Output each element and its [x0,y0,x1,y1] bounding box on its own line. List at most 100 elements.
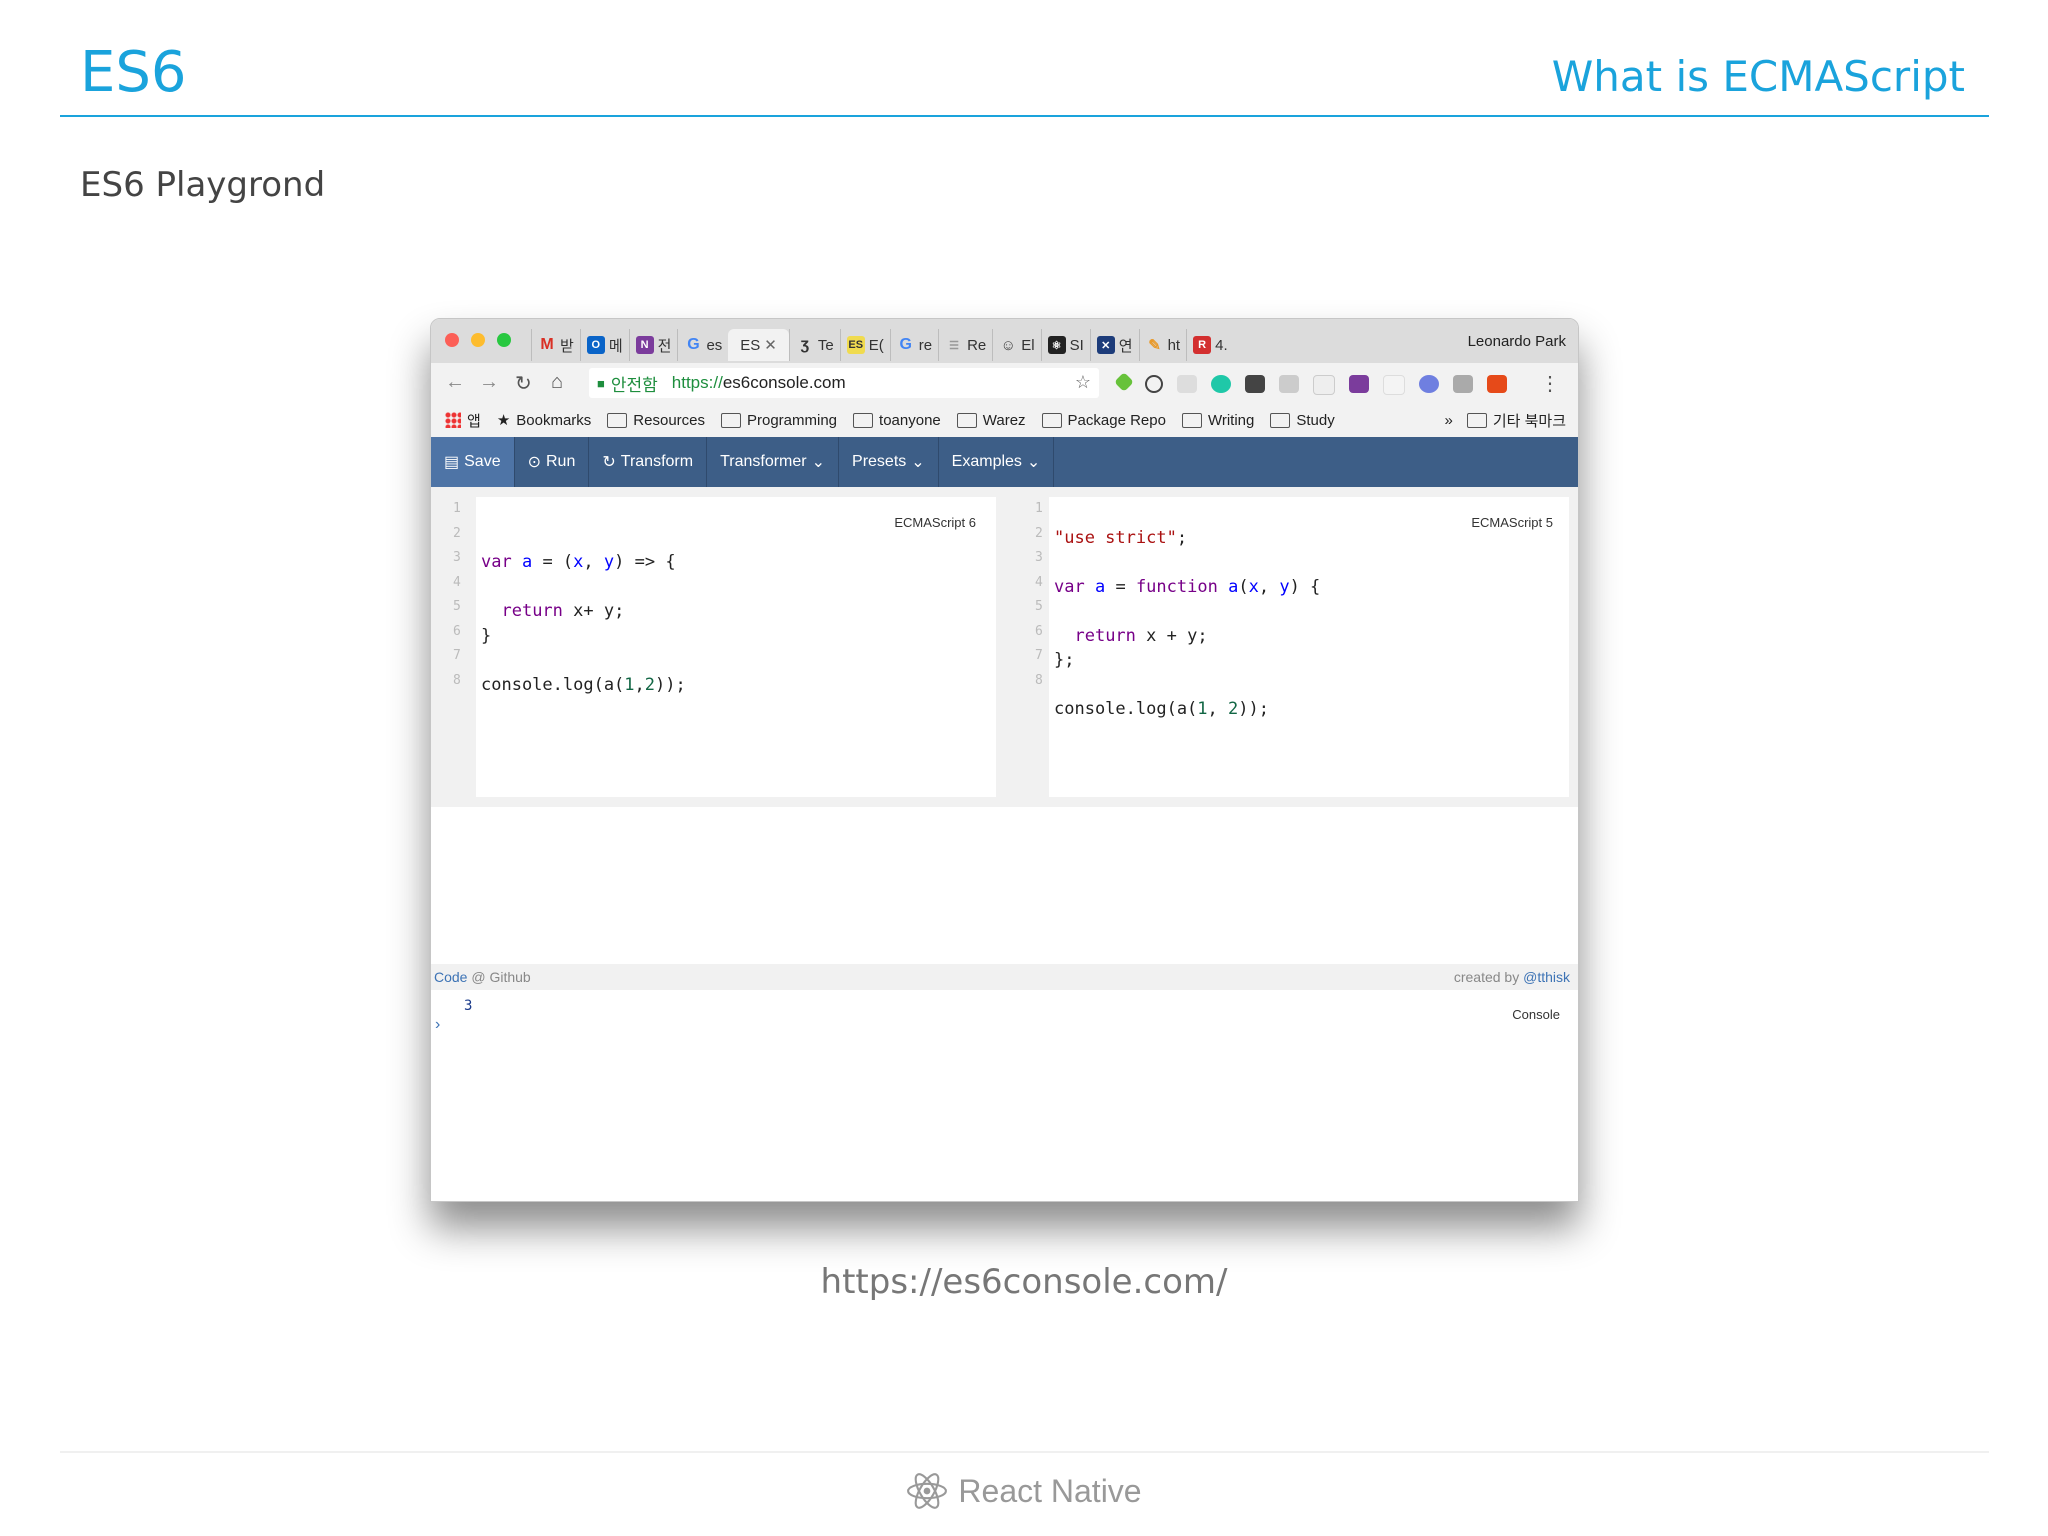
tab-label: 전 [657,337,672,355]
menu-icon[interactable]: ⋮ [1540,371,1560,396]
bookmark-other[interactable]: 기타 북마크 [1466,410,1566,431]
line-number: 2 [453,525,461,541]
tab-re[interactable]: ☰ Re [938,329,992,361]
pen-icon: ✎ [1148,337,1161,354]
bookmark-package-repo[interactable]: Package Repo [1041,412,1166,429]
office-icon[interactable] [1487,375,1507,393]
bottom-divider [60,1451,1989,1453]
code-github-credit: Code @ Github [434,969,531,985]
extension-icon[interactable] [1211,375,1231,393]
console-output: 3 [464,998,473,1014]
pocket-icon[interactable] [1245,375,1265,393]
line-number: 7 [1035,648,1043,663]
es6-editor[interactable]: var a = (x, y) => { return x+ y;} consol… [476,497,996,797]
line-number: 8 [453,672,461,688]
run-label: Run [546,453,576,470]
bookmark-writing[interactable]: Writing [1181,412,1254,429]
bookmark-resources[interactable]: Resources [607,412,705,429]
line-number: 1 [1035,501,1043,516]
drive-icon[interactable] [1279,375,1299,393]
apps-grid-icon[interactable] [445,412,461,428]
es5-line-numbers: 1 2 3 4 5 6 7 8 [1035,497,1043,693]
presets-label: Presets [852,453,907,470]
save-button[interactable]: ▤ Save [431,437,515,487]
tab-onenote[interactable]: N전 [628,329,678,361]
bookmark-bookmarks[interactable]: ★ Bookmarks [496,411,591,430]
folder-icon [1181,412,1202,428]
console-panel[interactable]: 3 › Console [431,990,1578,1201]
maximize-window-button[interactable] [497,333,511,347]
tab-script[interactable]: ʒ Te [788,329,840,361]
profile-name[interactable]: Leonardo Park [1468,333,1566,350]
es5-code[interactable]: "use strict"; var a = function a(x, y) {… [1054,501,1320,771]
forward-arrow-icon[interactable]: → [479,371,499,394]
console-prompt[interactable]: › [435,1016,440,1034]
back-arrow-icon[interactable]: ← [445,371,465,394]
extension-icon[interactable] [1453,375,1473,393]
author-link[interactable]: @tthisk [1523,969,1570,985]
folder-icon [721,412,741,428]
script-icon: ʒ [800,336,810,353]
examples-dropdown[interactable]: Examples ⌄ [939,437,1055,487]
address-bar[interactable]: ■ 안전함 https://es6console.com ☆ [589,368,1099,398]
close-window-button[interactable] [445,333,459,347]
home-icon[interactable]: ⌂ [551,371,563,394]
secure-label: 안전함 [610,375,658,395]
reload-icon[interactable]: ↻ [515,371,532,396]
line-number: 6 [1035,623,1043,639]
star-icon[interactable]: ☆ [1075,372,1091,393]
examples-label: Examples [951,453,1022,470]
es5-editor[interactable]: "use strict"; var a = function a(x, y) {… [1049,497,1569,797]
tab-google-search[interactable]: Ges [677,329,728,361]
transform-button[interactable]: ↻ Transform [589,437,708,487]
slide-title: ES6 [80,40,187,105]
tab-google-re[interactable]: Gre [889,329,938,361]
outlook-icon: O [586,336,605,354]
tab-es6console[interactable]: ES ✕ [728,329,789,361]
pdf-icon: R [1193,336,1212,354]
tab-gmail[interactable]: M받 [531,329,580,361]
presets-dropdown[interactable]: Presets ⌄ [839,437,939,487]
bookmark-toanyone[interactable]: toanyone [853,412,941,429]
tab-ht[interactable]: ✎ ht [1138,329,1187,361]
browser-toolbar: ← → ↻ ⌂ ■ 안전함 https://es6console.com ☆ ⋮ [431,363,1578,403]
footer: React Native [0,1470,2048,1512]
extension-icon[interactable] [1419,375,1439,393]
tab-si[interactable]: ⚛ SI [1040,329,1090,361]
onenote-icon[interactable] [1349,375,1369,393]
extension-icon[interactable] [1177,375,1197,393]
star-icon: ★ [496,412,511,429]
minimize-window-button[interactable] [471,333,485,347]
bookmark-warez[interactable]: Warez [956,412,1026,429]
console-label: Console [1512,1007,1560,1022]
url-text: https://es6console.com [672,373,846,393]
bookmark-programming[interactable]: Programming [721,412,837,429]
fonts-icon[interactable] [1383,375,1405,395]
tab-el[interactable]: ☺ El [992,329,1040,361]
tab-label: E( [868,336,884,354]
bookmark-apps[interactable]: 앱 [467,410,481,431]
line-number: 8 [1035,672,1043,688]
run-button[interactable]: ⊙ Run [515,437,590,487]
tab-es[interactable]: ES E( [839,329,890,361]
folder-icon [853,412,874,428]
gmail-icon: M [540,336,554,353]
extension-icon[interactable] [1114,372,1134,392]
more-bookmarks-button[interactable]: » [1444,412,1452,429]
info-icon[interactable] [1145,375,1163,393]
tab-label: ES [740,336,761,354]
line-number: 4 [453,574,461,590]
tab-yeon[interactable]: ✕ 연 [1089,329,1139,361]
tab-label: SI [1069,336,1084,354]
bookmark-study[interactable]: Study [1270,412,1335,429]
tab-outlook[interactable]: O메 [579,329,629,361]
page-icon: ☰ [949,339,959,352]
extension-icon[interactable] [1313,375,1335,395]
close-tab-icon[interactable]: ✕ [764,336,777,354]
tab-pdf[interactable]: R 4. [1186,329,1234,361]
es6-editor-label: ECMAScript 6 [894,515,976,530]
code-link[interactable]: Code [434,969,467,985]
transformer-dropdown[interactable]: Transformer ⌄ [707,437,840,487]
es6-code[interactable]: var a = (x, y) => { return x+ y;} consol… [481,501,686,771]
tabs: M받 O메 N전 Ges ES ✕ ʒ Te ES E( Gre ☰ Re ☺ El ⚛ S… [531,329,1234,361]
